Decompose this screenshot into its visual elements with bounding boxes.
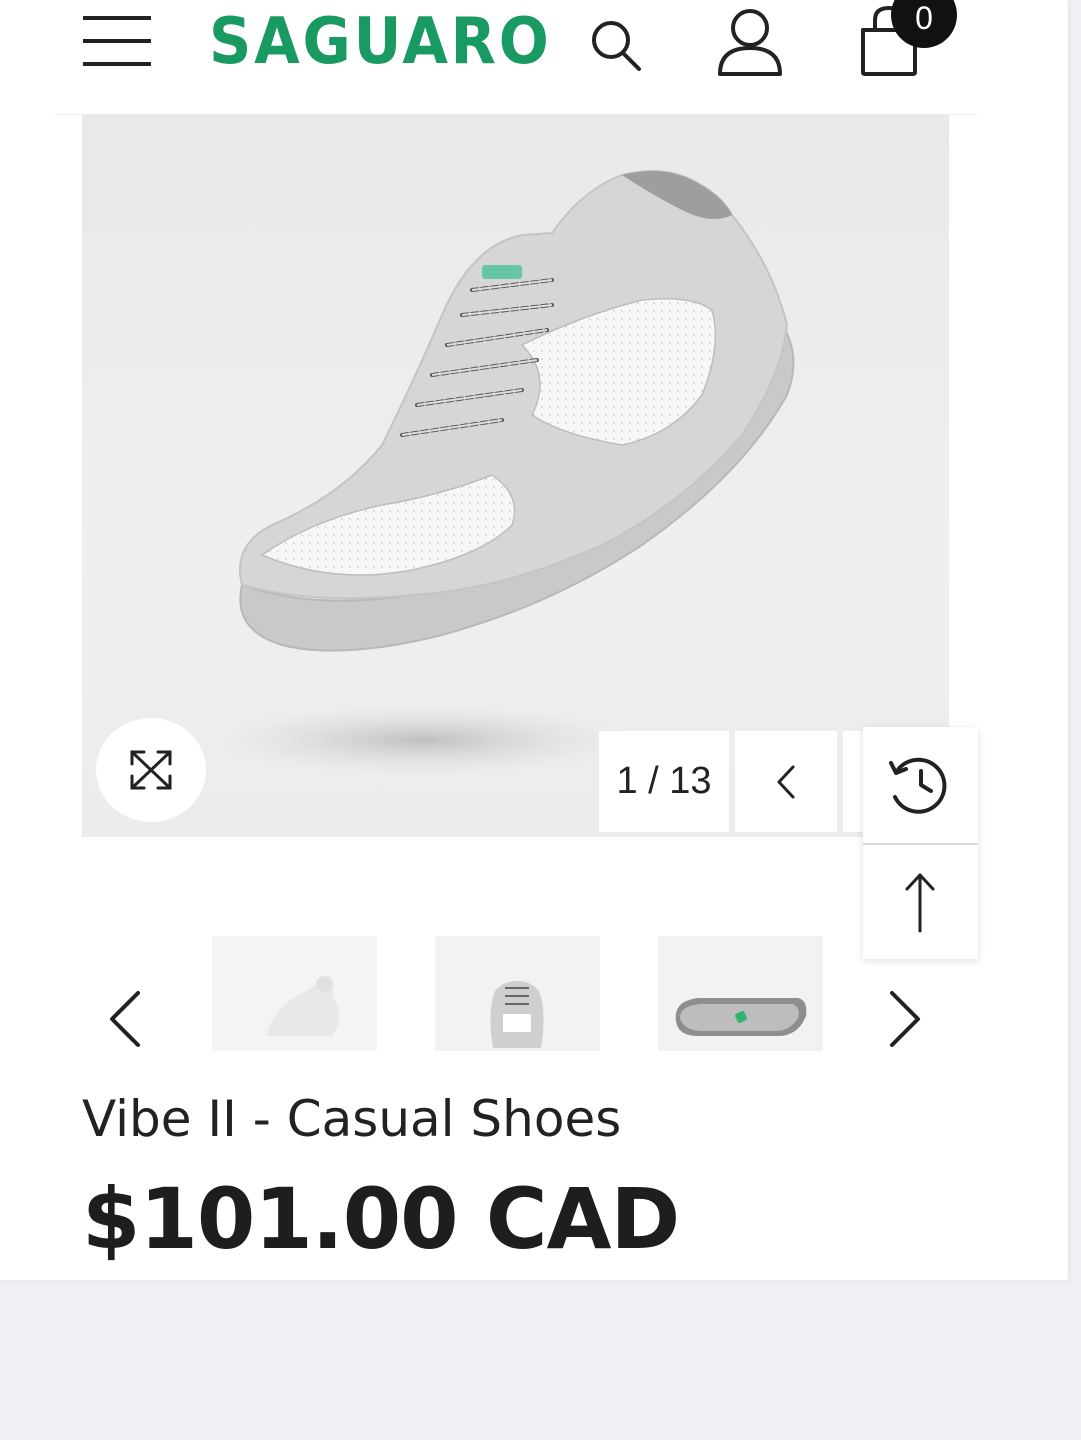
thumbnail-1[interactable] — [212, 936, 377, 1051]
user-icon — [718, 9, 782, 76]
chevron-right-icon — [890, 991, 920, 1047]
image-counter: 1 / 13 — [599, 731, 729, 832]
product-price: $101.00 CAD — [82, 1170, 680, 1268]
hamburger-icon-line — [83, 16, 151, 20]
shoe-illustration — [212, 170, 795, 775]
search-button[interactable] — [585, 12, 649, 76]
hamburger-icon-line — [83, 62, 151, 66]
floating-side-panel — [863, 727, 978, 959]
zoom-button[interactable] — [96, 718, 206, 822]
next-image-button[interactable] — [843, 731, 863, 832]
previous-image-button[interactable] — [735, 731, 837, 832]
thumbnail-2[interactable] — [435, 936, 600, 1051]
product-title: Vibe II - Casual Shoes — [82, 1090, 622, 1148]
thumbnail-image — [435, 936, 600, 1051]
history-clock-icon — [889, 757, 947, 814]
page-frame: SAGUARO 0 1 / 13 Vibe II - Casual Shoes … — [0, 0, 1068, 1280]
search-icon — [592, 21, 641, 71]
account-button[interactable] — [715, 6, 785, 78]
thumbnail-prev-button[interactable] — [100, 985, 150, 1055]
thumbnail-next-button[interactable] — [880, 985, 930, 1055]
brand-logo[interactable]: SAGUARO — [209, 6, 552, 78]
chevron-left-icon — [110, 991, 140, 1047]
back-to-top-button[interactable] — [863, 845, 978, 959]
thumbnail-image — [658, 936, 823, 1051]
menu-button[interactable] — [83, 16, 151, 70]
product-main-image[interactable] — [82, 115, 949, 837]
recently-viewed-button[interactable] — [863, 727, 978, 845]
site-header: SAGUARO 0 — [55, 0, 977, 115]
thumbnail-image — [212, 936, 377, 1051]
chevron-left-icon — [777, 765, 795, 799]
below-fold-content — [30, 1330, 980, 1410]
arrow-up-icon — [905, 873, 935, 933]
hamburger-icon-line — [83, 39, 151, 43]
thumbnail-3[interactable] — [658, 936, 823, 1051]
expand-icon — [130, 750, 172, 790]
